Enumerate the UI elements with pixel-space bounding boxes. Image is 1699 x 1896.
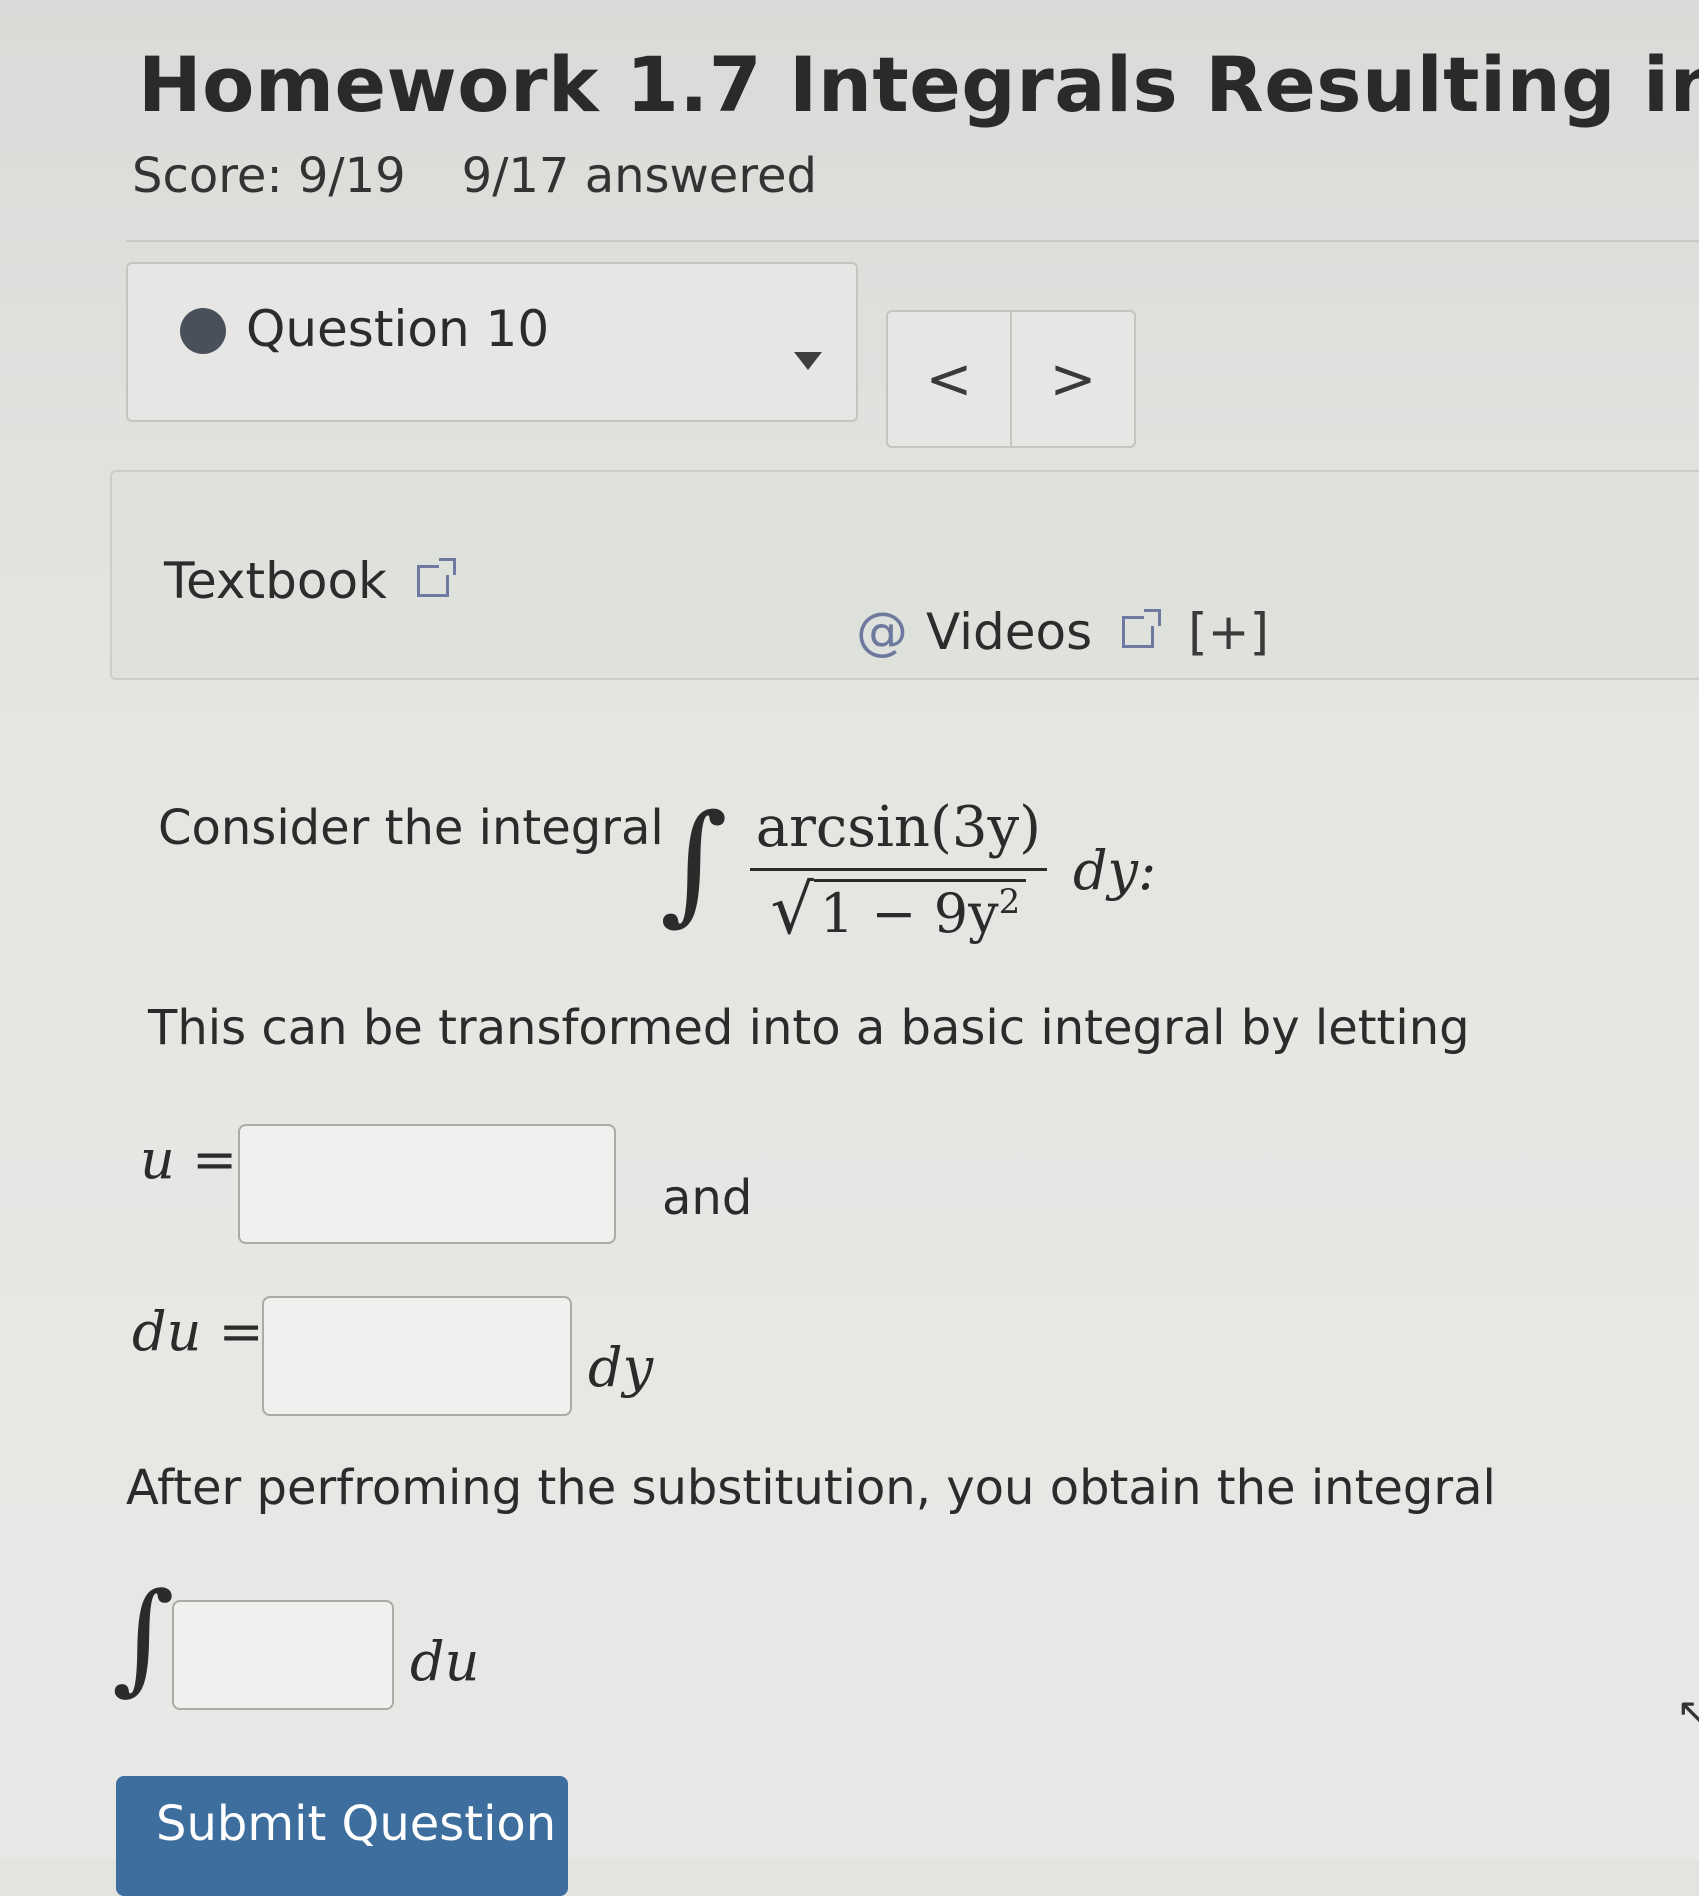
radicand-text: 1 − 9y bbox=[819, 882, 999, 945]
and-label: and bbox=[662, 1170, 753, 1226]
external-link-icon bbox=[1122, 609, 1162, 648]
page-title: Homework 1.7 Integrals Resulting in Inve… bbox=[138, 40, 1699, 129]
caret-down-icon bbox=[794, 352, 822, 370]
u-answer-input[interactable] bbox=[238, 1124, 616, 1244]
radicand: 1 − 9y2 bbox=[813, 879, 1027, 945]
result-differential: du bbox=[410, 1630, 480, 1693]
expand-videos-button[interactable]: [+] bbox=[1188, 603, 1269, 661]
textbook-label: Textbook bbox=[164, 552, 387, 610]
integral-sign: ∫ bbox=[660, 786, 728, 938]
integral-sign-result: ∫ bbox=[112, 1568, 175, 1707]
previous-question-button[interactable]: < bbox=[888, 312, 1012, 446]
divider bbox=[126, 240, 1699, 242]
du-suffix: dy bbox=[588, 1336, 654, 1399]
radicand-exponent: 2 bbox=[998, 882, 1021, 922]
integrand-fraction: arcsin(3y) √ 1 − 9y2 bbox=[749, 795, 1047, 950]
next-question-button[interactable]: > bbox=[1012, 312, 1134, 446]
integrand-numerator: arcsin(3y) bbox=[755, 795, 1041, 860]
cursor-icon: ↖ bbox=[1676, 1690, 1699, 1736]
textbook-link[interactable]: Textbook bbox=[164, 552, 456, 610]
score-value: Score: 9/19 bbox=[132, 148, 406, 204]
answered-count: 9/17 answered bbox=[461, 148, 818, 204]
resources-panel: Textbook @ Videos [+] bbox=[110, 470, 1699, 680]
videos-label: Videos bbox=[926, 603, 1093, 661]
question-nav-group: < > bbox=[886, 310, 1136, 448]
u-label: u = bbox=[140, 1128, 238, 1191]
transform-text: This can be transformed into a basic int… bbox=[148, 1000, 1470, 1056]
integral-differential: dy: bbox=[1072, 838, 1157, 902]
integrand-denominator: √ 1 − 9y2 bbox=[770, 871, 1027, 950]
square-root-sign: √ bbox=[770, 871, 814, 950]
paperclip-icon: @ bbox=[856, 602, 908, 662]
integral-expression: ∫ arcsin(3y) √ 1 − 9y2 dy: bbox=[660, 770, 1156, 970]
videos-link[interactable]: @ Videos [+] bbox=[856, 602, 1269, 662]
submit-question-button[interactable]: Submit Question bbox=[116, 1776, 568, 1896]
question-select[interactable]: Question 10 bbox=[126, 262, 858, 422]
status-dot-icon bbox=[180, 308, 226, 354]
after-substitution-text: After perfroming the substitution, you o… bbox=[126, 1460, 1496, 1516]
external-link-icon bbox=[417, 558, 456, 597]
problem-intro: Consider the integral bbox=[158, 800, 664, 856]
du-label: du = bbox=[132, 1300, 264, 1363]
score-line: Score: 9/19 9/17 answered bbox=[132, 148, 817, 204]
du-answer-input[interactable] bbox=[262, 1296, 572, 1416]
question-select-label: Question 10 bbox=[246, 300, 550, 358]
integrand-answer-input[interactable] bbox=[172, 1600, 394, 1710]
